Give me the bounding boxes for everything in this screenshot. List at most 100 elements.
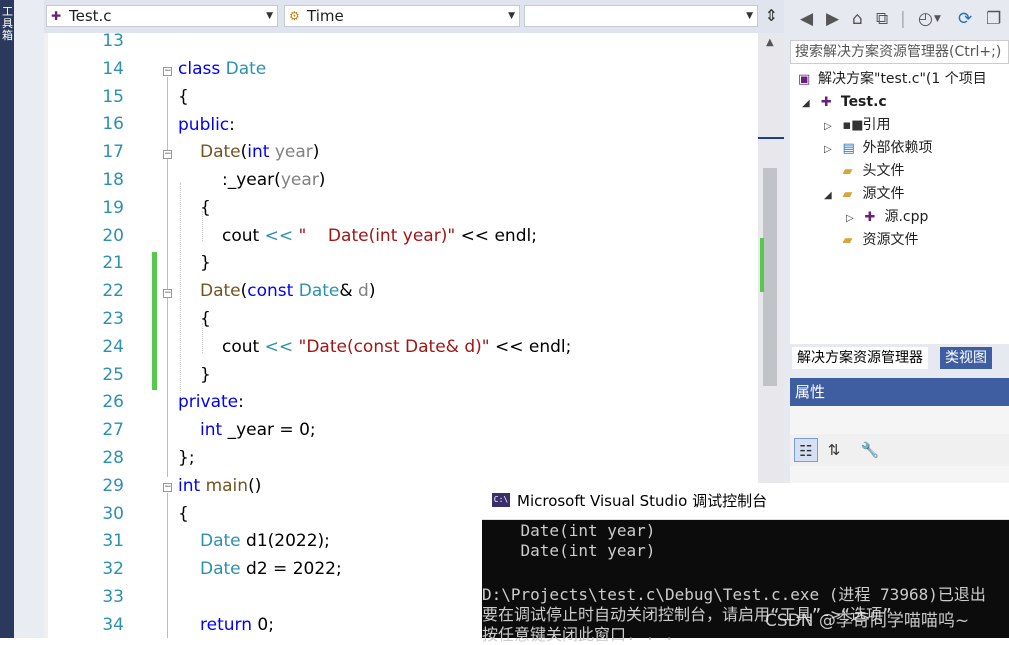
folder-icon: ▰ [842,233,853,248]
collapsed-arrow-icon[interactable]: ▷ [824,116,838,138]
separator: | [900,9,906,29]
search-placeholder: 搜索解决方案资源管理器(Ctrl+;) [795,44,1002,60]
tree-item-source-cpp[interactable]: ▷ ✚ 源.cpp [846,206,928,228]
tree-item-resource-files[interactable]: ▰ 资源文件 [824,229,918,251]
code-line-28: }; [178,448,195,468]
folder-icon: ▰ [842,187,853,202]
scroll-up-icon[interactable]: ▲ [766,37,774,48]
tab-class-view[interactable]: 类视图 [940,347,992,369]
forward-icon[interactable]: ▶ [826,9,839,29]
code-line-14: class Date [178,59,267,79]
code-line-21: } [200,253,211,273]
toolbox-strip[interactable]: 工具箱 [0,0,44,638]
tree-item-project[interactable]: ◢ ✚ Test.c [802,91,887,113]
editor-navigation-bar: ✚ Test.c ▼ ⚙ Time ▼ ▼ ⇕ [44,0,784,34]
code-line-32: Date d2 = 2022; [200,559,342,579]
tree-item-header-files[interactable]: ▰ 头文件 [824,160,904,182]
cpp-project-icon: ✚ [51,9,62,23]
chevron-down-icon: ▼ [508,11,515,21]
scope-combo[interactable]: ▼ [524,5,758,27]
code-line-20: cout << " Date(int year)" << endl; [222,226,537,246]
cpp-file-icon: ✚ [864,210,876,225]
collapsed-arrow-icon[interactable]: ▷ [824,139,838,161]
expanded-arrow-icon[interactable]: ◢ [824,185,838,207]
alphabetical-icon[interactable]: ⇅ [822,438,846,462]
collapse-icon[interactable]: − [163,67,172,76]
switch-view-icon[interactable]: ⧉ [876,9,888,29]
home-icon[interactable]: ⌂ [852,9,863,29]
pending-changes-icon[interactable]: ◴ [918,9,933,29]
tree-item-references[interactable]: ▷ ▪■引用 [824,114,890,136]
code-line-25: } [200,365,211,385]
tree-item-label: 资源文件 [862,232,919,248]
line-number: 16 [102,114,124,135]
collapse-icon[interactable]: − [163,289,172,298]
indent-guide [180,183,181,393]
console-output-line: 按任意键关闭此窗口. . . [482,625,675,644]
tree-item-label: 头文件 [862,163,905,179]
code-line-17: Date(int year) [200,142,320,162]
solution-explorer-toolbar: ◀ ▶ ⌂ ⧉ | ◴ ▼ ⟳ ❐ [784,0,1009,38]
chevron-down-icon: ▼ [266,11,273,21]
console-output-line: Date(int year) [482,521,656,540]
code-line-18: :_year(year) [222,170,326,190]
line-number: 30 [102,503,124,524]
line-number: 34 [102,614,124,635]
code-line-19: { [200,198,211,218]
solution-search-input[interactable]: 搜索解决方案资源管理器(Ctrl+;) [790,40,1009,64]
code-line-30: { [178,504,189,524]
refresh-icon[interactable]: ⟳ [958,9,972,29]
expanded-arrow-icon[interactable]: ◢ [802,93,816,115]
tree-item-label: 引用 [862,117,891,133]
code-line-22: Date(const Date& d) [200,281,376,301]
line-number: 15 [102,86,124,107]
back-icon[interactable]: ◀ [800,9,813,29]
tree-item-label: Test.c [840,94,887,110]
solution-tree: ▣ 解决方案"test.c"(1 个项目 ◢ ✚ Test.c ▷ ▪■引用 ▷ ▤… [790,64,1009,344]
console-output-line: Date(int year) [482,541,656,560]
split-window-icon[interactable]: ⇕ [765,6,778,25]
scrollbar-thumb[interactable] [763,168,777,386]
tab-solution-explorer[interactable]: 解决方案资源管理器 [792,347,928,369]
code-line-29: int main() [178,476,262,496]
line-number: 21 [102,253,124,274]
tree-item-label: 外部依赖项 [862,140,933,156]
property-pages-icon[interactable]: 🔧 [858,438,882,462]
line-number: 18 [102,170,124,190]
code-line-27: int _year = 0; [200,420,316,440]
outline-line [167,77,168,477]
console-app-icon: C:\ [492,493,510,507]
file-combo[interactable]: ✚ Test.c ▼ [46,5,278,27]
watermark: CSDN @李奇同学喵喵呜~ [765,611,970,631]
code-line-26: private: [178,392,244,412]
collapsed-arrow-icon[interactable]: ▷ [846,208,860,230]
outline-line [167,493,168,638]
code-line-24: cout << "Date(const Date& d)" << endl; [222,337,572,357]
class-icon: ⚙ [289,9,300,23]
code-line-16: public: [178,115,235,135]
tree-item-solution[interactable]: ▣ 解决方案"test.c"(1 个项目 [798,68,987,90]
console-titlebar[interactable]: C:\ Microsoft Visual Studio 调试控制台 [482,483,1009,520]
file-combo-label: Test.c [69,7,112,25]
collapse-icon[interactable]: − [163,483,172,492]
collapse-all-icon[interactable]: ❐ [986,9,1001,29]
line-number: 22 [102,281,124,302]
toolbox-tab[interactable]: 工具箱 [0,0,14,638]
collapse-icon[interactable]: − [163,150,172,159]
member-combo[interactable]: ⚙ Time ▼ [284,5,520,27]
caret-position-marker [758,137,784,139]
tree-item-external-deps[interactable]: ▷ ▤ 外部依赖项 [824,137,932,159]
line-number: 13 [102,31,124,51]
line-number: 19 [102,197,124,218]
line-number: 14 [102,58,124,79]
line-number: 23 [102,309,124,329]
line-number: 25 [102,364,124,385]
tree-item-source-files[interactable]: ◢ ▰ 源文件 [824,183,904,205]
chevron-down-icon: ▼ [746,11,753,21]
change-indicator [152,252,157,390]
properties-toolbar: ☷ ⇅ 🔧 [790,434,1009,466]
categorized-icon[interactable]: ☷ [794,438,818,462]
tree-item-label: 解决方案"test.c"(1 个项目 [818,71,987,87]
chevron-down-icon[interactable]: ▼ [934,14,941,24]
member-combo-label: Time [307,7,344,25]
